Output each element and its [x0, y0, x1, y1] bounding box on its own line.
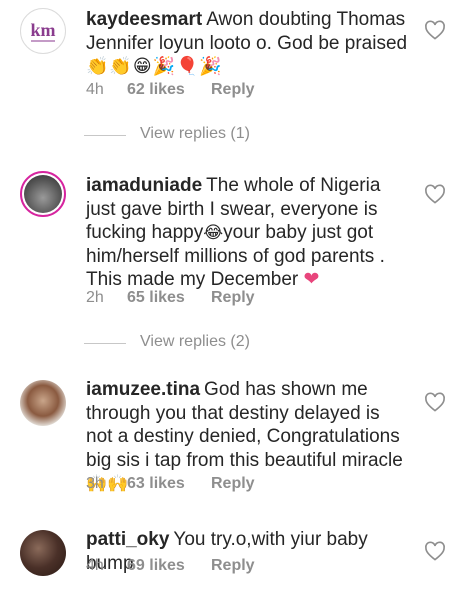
reply-button[interactable]: Reply	[211, 81, 255, 99]
comment-meta: 4h 69 likes Reply	[86, 557, 255, 575]
username[interactable]: iamuzee.tina	[86, 379, 200, 400]
comment-meta: 4h 62 likes Reply	[86, 81, 255, 99]
comment-kaydeesmart: km kaydeesmart Awon doubting Thomas Jenni…	[0, 0, 474, 110]
avatar-photo	[24, 175, 62, 213]
reply-button[interactable]: Reply	[211, 289, 255, 307]
reply-button[interactable]: Reply	[211, 475, 255, 493]
avatar-initials: km	[30, 20, 55, 40]
username[interactable]: patti_oky	[86, 529, 169, 550]
emoji-row: 👏👏😁🎉🎈🎉	[86, 56, 223, 76]
likes-count[interactable]: 63 likes	[127, 475, 211, 493]
emoji-inline: 😂	[203, 223, 224, 242]
heart-outline-icon[interactable]	[424, 392, 446, 412]
avatar[interactable]: km	[20, 8, 66, 54]
timestamp: 4h	[86, 557, 104, 574]
view-replies-label: View replies (2)	[140, 333, 250, 350]
comment-text: kaydeesmart Awon doubting Thomas Jennifer…	[86, 8, 408, 79]
comment-iamuzee-tina: iamuzee.tina God has shown me through you…	[0, 370, 474, 500]
comment-meta: 2h 65 likes Reply	[86, 289, 255, 307]
avatar[interactable]	[20, 530, 66, 576]
comment-patti-oky: patti_oky You try.o,with yiur baby bump 4…	[0, 520, 474, 603]
heart-outline-icon[interactable]	[424, 184, 446, 204]
comment-text: iamaduniade The whole of Nigeria just gav…	[86, 174, 408, 292]
timestamp: 3h	[86, 475, 104, 492]
likes-count[interactable]: 65 likes	[127, 289, 211, 307]
divider	[84, 135, 126, 136]
likes-count[interactable]: 62 likes	[127, 81, 211, 99]
view-replies-button[interactable]: View replies (1)	[84, 125, 284, 145]
username[interactable]: kaydeesmart	[86, 9, 202, 30]
comment-iamaduniade: iamaduniade The whole of Nigeria just gav…	[0, 160, 474, 315]
heart-outline-icon[interactable]	[424, 20, 446, 40]
timestamp: 4h	[86, 81, 104, 98]
username[interactable]: iamaduniade	[86, 175, 202, 196]
view-replies-label: View replies (1)	[140, 125, 250, 142]
reply-button[interactable]: Reply	[211, 557, 255, 575]
avatar[interactable]	[20, 171, 66, 217]
view-replies-button[interactable]: View replies (2)	[84, 333, 284, 353]
comment-body-line2: This made my December	[86, 269, 299, 290]
heart-emoji: ❤	[303, 269, 320, 290]
heart-outline-icon[interactable]	[424, 541, 446, 561]
comment-meta: 3h 63 likes Reply	[86, 475, 255, 493]
avatar-logo: km	[24, 12, 62, 50]
timestamp: 2h	[86, 289, 104, 306]
avatar[interactable]	[20, 380, 66, 426]
likes-count[interactable]: 69 likes	[127, 557, 211, 575]
divider	[84, 343, 126, 344]
